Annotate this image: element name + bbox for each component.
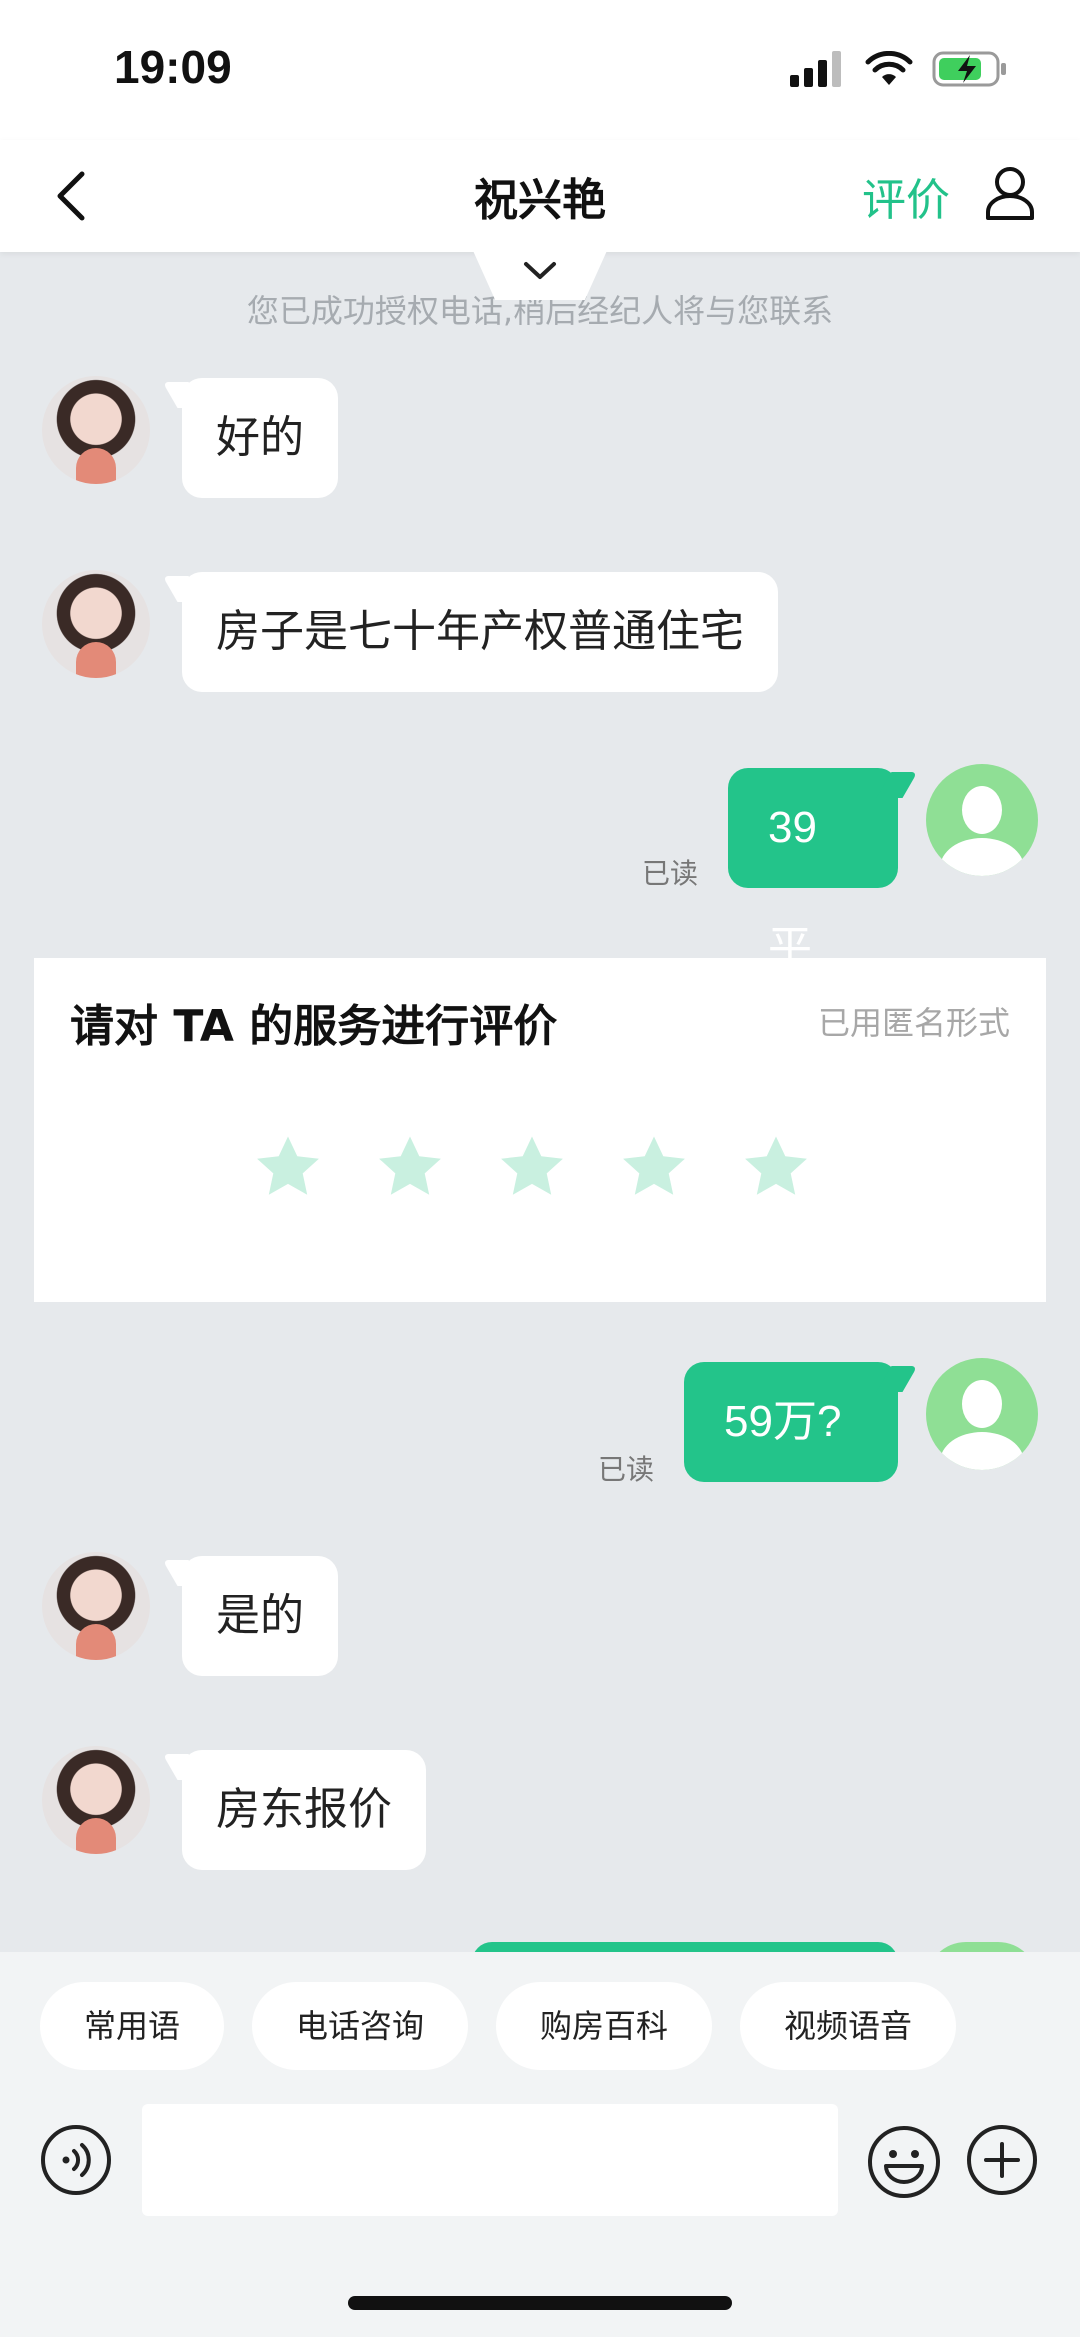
- message-bubble-incoming[interactable]: 是的: [182, 1556, 338, 1676]
- default-user-icon: [940, 786, 1024, 876]
- agent-avatar[interactable]: [42, 1552, 150, 1660]
- rating-title: 请对 TA 的服务进行评价: [70, 1001, 558, 1052]
- quick-action-common-phrases[interactable]: 常用语: [40, 1982, 225, 2070]
- star-icon[interactable]: [374, 1132, 446, 1204]
- star-icon[interactable]: [618, 1132, 690, 1204]
- agent-avatar[interactable]: [42, 570, 150, 678]
- message-bubble-incoming[interactable]: 好的: [182, 378, 338, 498]
- rating-card: 请对 TA 的服务进行评价 已用匿名形式: [34, 958, 1046, 1302]
- quick-action-phone-consult[interactable]: 电话咨询: [252, 1982, 469, 2070]
- my-avatar[interactable]: [926, 764, 1038, 876]
- status-time: 19:09: [114, 41, 232, 93]
- chevron-down-icon: [524, 262, 556, 279]
- home-indicator: [348, 2296, 732, 2310]
- default-user-icon: [940, 1380, 1024, 1470]
- my-avatar[interactable]: [926, 1358, 1038, 1470]
- star-icon[interactable]: [252, 1132, 324, 1204]
- star-icon[interactable]: [740, 1132, 812, 1204]
- read-status: 已读: [642, 857, 699, 890]
- user-profile-icon[interactable]: [982, 162, 1038, 222]
- bottom-toolbar: 常用语 电话咨询 购房百科 视频语音: [0, 1952, 1080, 2337]
- quick-actions: 常用语 电话咨询 购房百科 视频语音: [40, 1982, 957, 2070]
- agent-avatar[interactable]: [42, 1746, 150, 1854]
- voice-input-icon[interactable]: [40, 2124, 112, 2196]
- anonymous-label: 已用匿名形式: [817, 1004, 1010, 1042]
- battery-icon: [932, 51, 1006, 87]
- rate-button[interactable]: 评价: [862, 164, 950, 228]
- emoji-icon[interactable]: [866, 2124, 942, 2200]
- signal-icon: [790, 51, 841, 87]
- quick-action-video-voice[interactable]: 视频语音: [740, 1982, 957, 2070]
- message-bubble-outgoing[interactable]: 39平: [728, 768, 898, 972]
- agent-avatar[interactable]: [42, 376, 150, 484]
- message-input[interactable]: [142, 2104, 838, 2216]
- status-icons: [790, 50, 1008, 88]
- nav-bar: 祝兴艳 评价: [0, 140, 1080, 252]
- wifi-icon: [865, 51, 913, 85]
- star-rating: [252, 1132, 812, 1204]
- star-icon[interactable]: [496, 1132, 568, 1204]
- message-bubble-incoming[interactable]: 房子是七十年产权普通住宅: [182, 572, 778, 692]
- read-status: 已读: [598, 1453, 655, 1486]
- message-bubble-incoming[interactable]: 房东报价: [182, 1750, 426, 1870]
- quick-action-housing-guide[interactable]: 购房百科: [496, 1982, 713, 2070]
- message-bubble-outgoing[interactable]: 59万?: [684, 1362, 898, 1482]
- status-bar: 19:09: [0, 0, 1080, 140]
- plus-icon[interactable]: [966, 2124, 1038, 2196]
